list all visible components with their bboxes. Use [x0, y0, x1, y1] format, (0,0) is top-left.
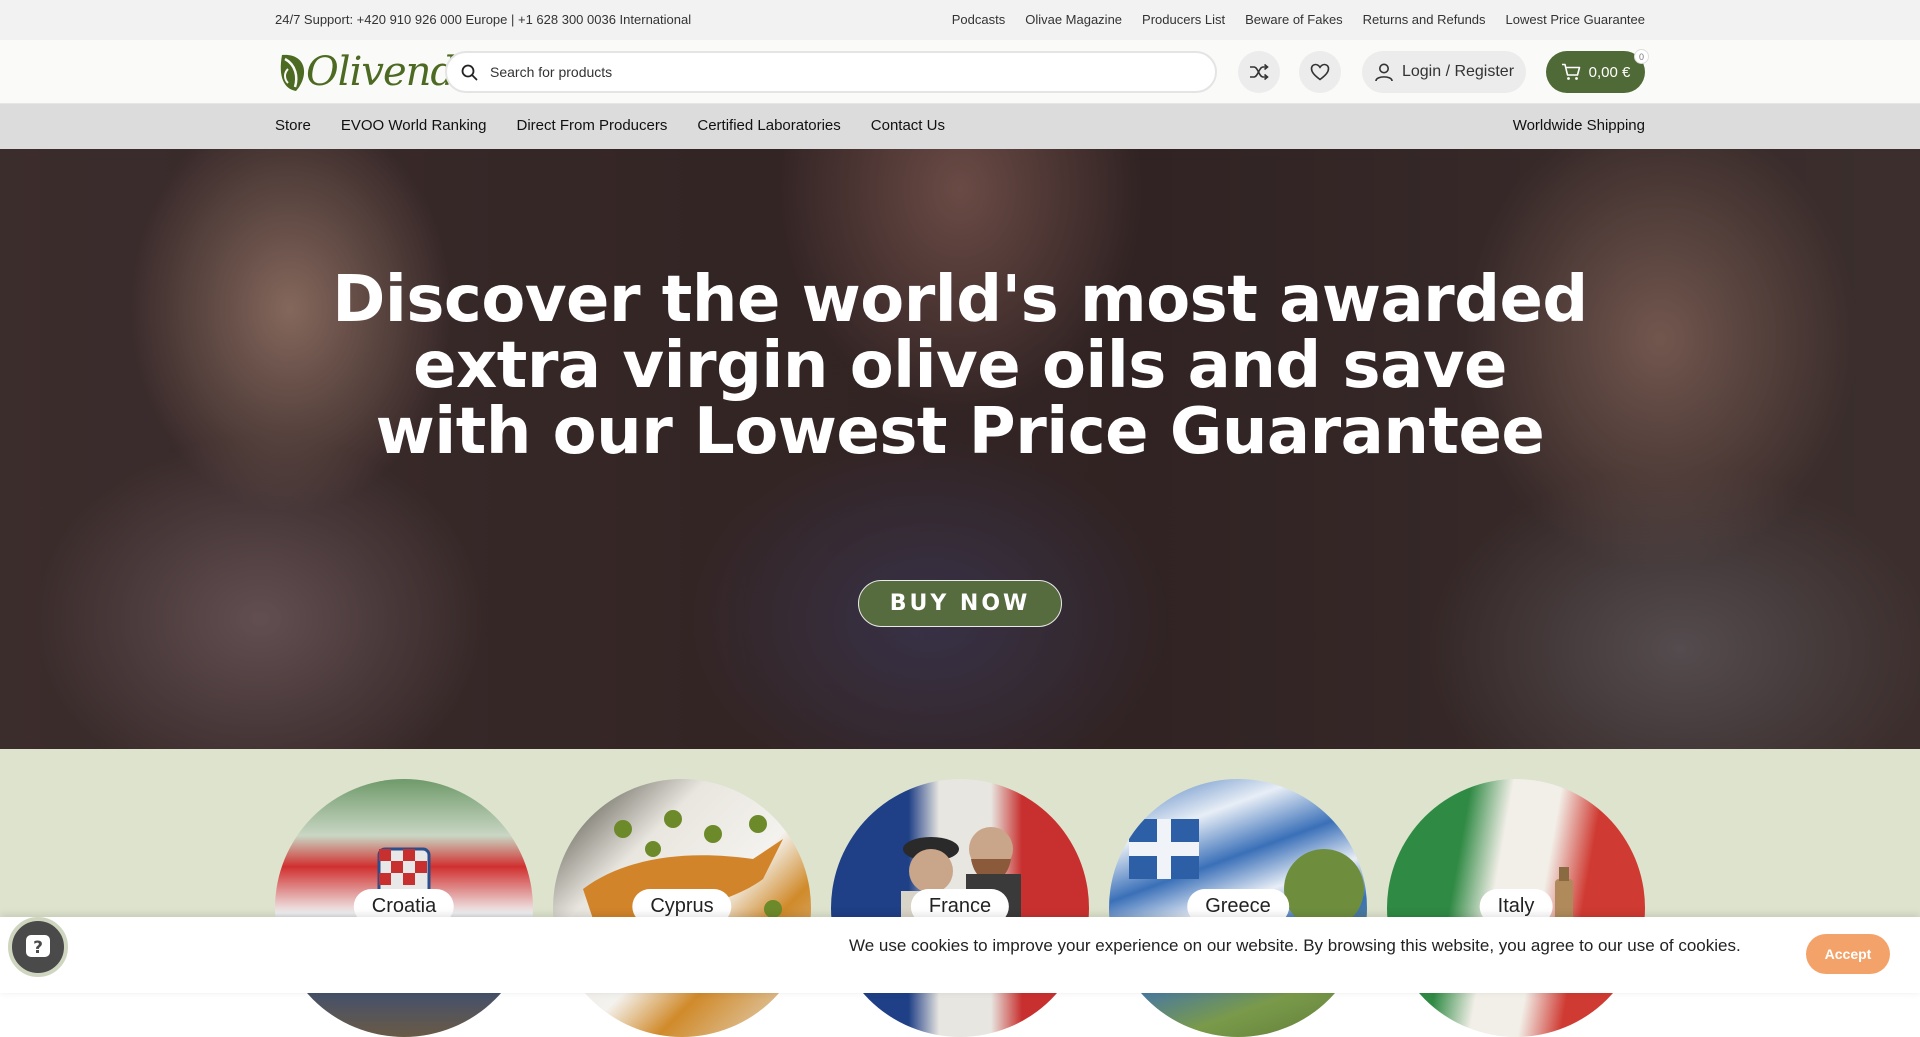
nav-item-direct-from-producers[interactable]: Direct From Producers [516, 117, 667, 134]
buy-now-button[interactable]: BUY NOW [858, 580, 1062, 627]
nav-item-certified-laboratories[interactable]: Certified Laboratories [697, 117, 840, 134]
search-icon [461, 64, 478, 80]
accept-cookies-button[interactable]: Accept [1806, 934, 1890, 974]
user-icon [1375, 63, 1393, 82]
heart-icon [1310, 63, 1330, 81]
search-bar[interactable] [445, 51, 1217, 93]
country-card-italy[interactable]: Italy [1387, 779, 1645, 1037]
country-card-croatia[interactable]: Croatia [275, 779, 533, 1037]
compare-button[interactable] [1238, 51, 1280, 93]
hero-banner: Discover the world's most awarded extra … [0, 149, 1920, 749]
cart-icon [1561, 63, 1580, 80]
search-input[interactable] [488, 63, 1188, 81]
hero-headline: Discover the world's most awarded extra … [332, 263, 1588, 469]
cookie-banner: We use cookies to improve your experienc… [0, 917, 1920, 993]
shuffle-icon [1250, 63, 1269, 81]
cart-count-badge: 0 [1634, 49, 1649, 64]
olive-leaf-icon [280, 54, 305, 91]
top-links: Podcasts Olivae Magazine Producers List … [952, 12, 1645, 27]
main-nav: Store EVOO World Ranking Direct From Pro… [0, 104, 1920, 149]
cart-total: 0,00 € [1588, 63, 1631, 81]
support-text: 24/7 Support: +420 910 926 000 Europe | … [275, 12, 692, 27]
nav-item-evoo-world-ranking[interactable]: EVOO World Ranking [341, 117, 487, 134]
login-label: Login / Register [1401, 63, 1515, 80]
cart-button[interactable]: 0,00 € [1546, 51, 1645, 93]
cookie-message: We use cookies to improve your experienc… [849, 936, 1741, 955]
top-link-returns-and-refunds[interactable]: Returns and Refunds [1363, 12, 1486, 27]
top-link-producers-list[interactable]: Producers List [1142, 12, 1225, 27]
login-register-button[interactable]: Login / Register [1362, 51, 1526, 93]
help-button[interactable]: ? [8, 917, 68, 977]
top-bar: 24/7 Support: +420 910 926 000 Europe | … [0, 0, 1920, 40]
help-glyph: ? [33, 938, 43, 958]
site-header: Olivendo Login / Register [0, 40, 1920, 104]
nav-item-store[interactable]: Store [275, 117, 311, 134]
top-link-podcasts[interactable]: Podcasts [952, 12, 1005, 27]
nav-item-worldwide-shipping[interactable]: Worldwide Shipping [1513, 117, 1645, 134]
top-link-lowest-price-guarantee[interactable]: Lowest Price Guarantee [1506, 12, 1645, 27]
country-card-greece[interactable]: Greece [1109, 779, 1367, 1037]
top-link-olivae-magazine[interactable]: Olivae Magazine [1025, 12, 1122, 27]
nav-item-contact-us[interactable]: Contact Us [871, 117, 945, 134]
wishlist-button[interactable] [1299, 51, 1341, 93]
question-icon: ? [26, 935, 50, 958]
top-link-beware-of-fakes[interactable]: Beware of Fakes [1245, 12, 1343, 27]
country-card-cyprus[interactable]: Cyprus [553, 779, 811, 1037]
country-card-france[interactable]: France [831, 779, 1089, 1037]
